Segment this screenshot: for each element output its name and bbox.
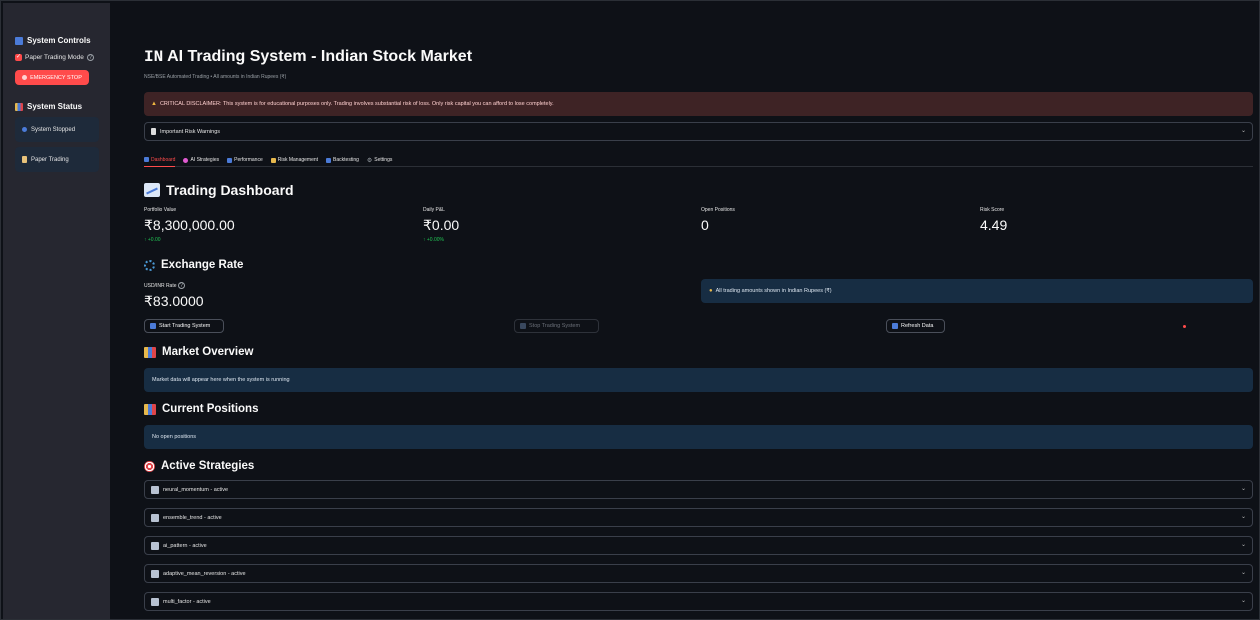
metric-risk-score: Risk Score 4.49 [980,207,1008,233]
money-bag-icon: ● [709,288,713,294]
disclaimer-alert: ▲ CRITICAL DISCLAIMER: This system is fo… [144,92,1253,116]
chevron-down-icon[interactable]: ⌄ [1241,569,1246,576]
metric-open-positions: Open Positions 0 [701,207,735,233]
controls-icon [15,36,23,45]
document-icon [22,156,27,163]
help-icon[interactable]: ? [86,54,94,61]
strategy-expander[interactable]: adaptive_mean_reversion - active ⌄ [144,564,1253,583]
main-tabs: Dashboard AI Strategies Performance Risk… [144,153,1253,167]
backtest-icon [326,157,332,163]
strategy-expander[interactable]: neural_momentum - active ⌄ [144,480,1253,499]
clipboard-icon [151,128,156,135]
page-subtitle: NSE/BSE Automated Trading • All amounts … [144,74,287,80]
help-icon[interactable]: ? [177,282,185,289]
metric-daily-pnl: Daily P&L ₹0.00 ↑ +0.00% [423,207,460,243]
strategy-expander[interactable]: multi_factor - active ⌄ [144,592,1253,611]
status-dot-icon [22,127,27,132]
risk-warnings-expander[interactable]: Important Risk Warnings ⌄ [144,122,1253,141]
system-controls-heading: System Controls [15,36,91,45]
exchange-icon [144,259,155,271]
strategy-icon [151,485,159,494]
dashboard-icon [144,157,149,162]
tab-backtesting[interactable]: Backtesting [326,153,359,167]
bar-chart-icon [144,403,156,415]
target-icon [144,460,155,472]
strategy-icon [151,597,159,606]
exchange-rate-heading: Exchange Rate [144,259,243,271]
chevron-down-icon[interactable]: ⌄ [1241,485,1246,492]
stop-trading-button[interactable]: Stop Trading System [514,319,599,333]
tab-performance[interactable]: Performance [227,153,263,167]
metric-portfolio-value: Portfolio Value ₹8,300,000.00 ↑ +0.00 [144,207,235,243]
metric-usd-inr: USD/INR Rate ? ₹83.0000 [144,282,204,309]
page-title: IN AI Trading System - Indian Stock Mark… [144,48,473,66]
chart-icon [227,157,233,163]
system-status-heading: System Status [15,102,82,111]
checkmark-icon[interactable]: ✓ [15,54,22,61]
tab-risk-management[interactable]: Risk Management [270,153,318,167]
refresh-data-button[interactable]: Refresh Data [886,319,945,333]
main-content: IN AI Trading System - Indian Stock Mark… [111,3,1259,619]
refresh-icon [892,323,898,329]
bar-chart-icon [144,346,156,358]
play-icon [150,323,156,329]
trading-mode-card: Paper Trading [15,147,99,172]
strategy-expander[interactable]: ai_pattern - active ⌄ [144,536,1253,555]
positions-info-box: No open positions [144,425,1253,449]
bar-chart-icon [15,102,23,111]
market-overview-heading: Market Overview [144,346,253,358]
chevron-down-icon[interactable]: ⌄ [1241,513,1246,520]
status-indicator-dot [1183,325,1186,328]
dashboard-heading: Trading Dashboard [144,182,294,198]
warning-icon: ▲ [151,101,157,107]
brain-icon [183,157,189,163]
trend-chart-icon [144,183,160,197]
strategy-icon [151,569,159,578]
start-trading-button[interactable]: Start Trading System [144,319,224,333]
sidebar: System Controls ✓ Paper Trading Mode ? E… [3,3,110,619]
system-state-card: System Stopped [15,117,99,142]
tab-ai-strategies[interactable]: AI Strategies [183,153,219,167]
current-positions-heading: Current Positions [144,403,258,415]
stop-icon [22,75,28,80]
tab-settings[interactable]: ⚙ Settings [367,153,392,167]
market-info-box: Market data will appear here when the sy… [144,368,1253,392]
strategy-icon [151,541,159,550]
app-window: System Controls ✓ Paper Trading Mode ? E… [0,0,1260,620]
strategy-expander[interactable]: ensemble_trend - active ⌄ [144,508,1253,527]
tab-dashboard[interactable]: Dashboard [144,153,176,167]
chevron-down-icon[interactable]: ⌄ [1241,127,1246,134]
chevron-down-icon[interactable]: ⌄ [1241,541,1246,548]
emergency-stop-button[interactable]: EMERGENCY STOP [15,70,89,85]
gear-icon: ⚙ [366,157,373,164]
scale-icon [270,157,276,163]
active-strategies-heading: Active Strategies [144,460,254,472]
strategy-icon [151,513,159,522]
india-flag-label: IN [144,48,164,66]
rupee-info-box: ● All trading amounts shown in Indian Ru… [701,279,1253,303]
stop-icon [520,323,526,329]
paper-trading-checkbox[interactable]: ✓ Paper Trading Mode ? [15,54,94,61]
chevron-down-icon[interactable]: ⌄ [1241,597,1246,604]
